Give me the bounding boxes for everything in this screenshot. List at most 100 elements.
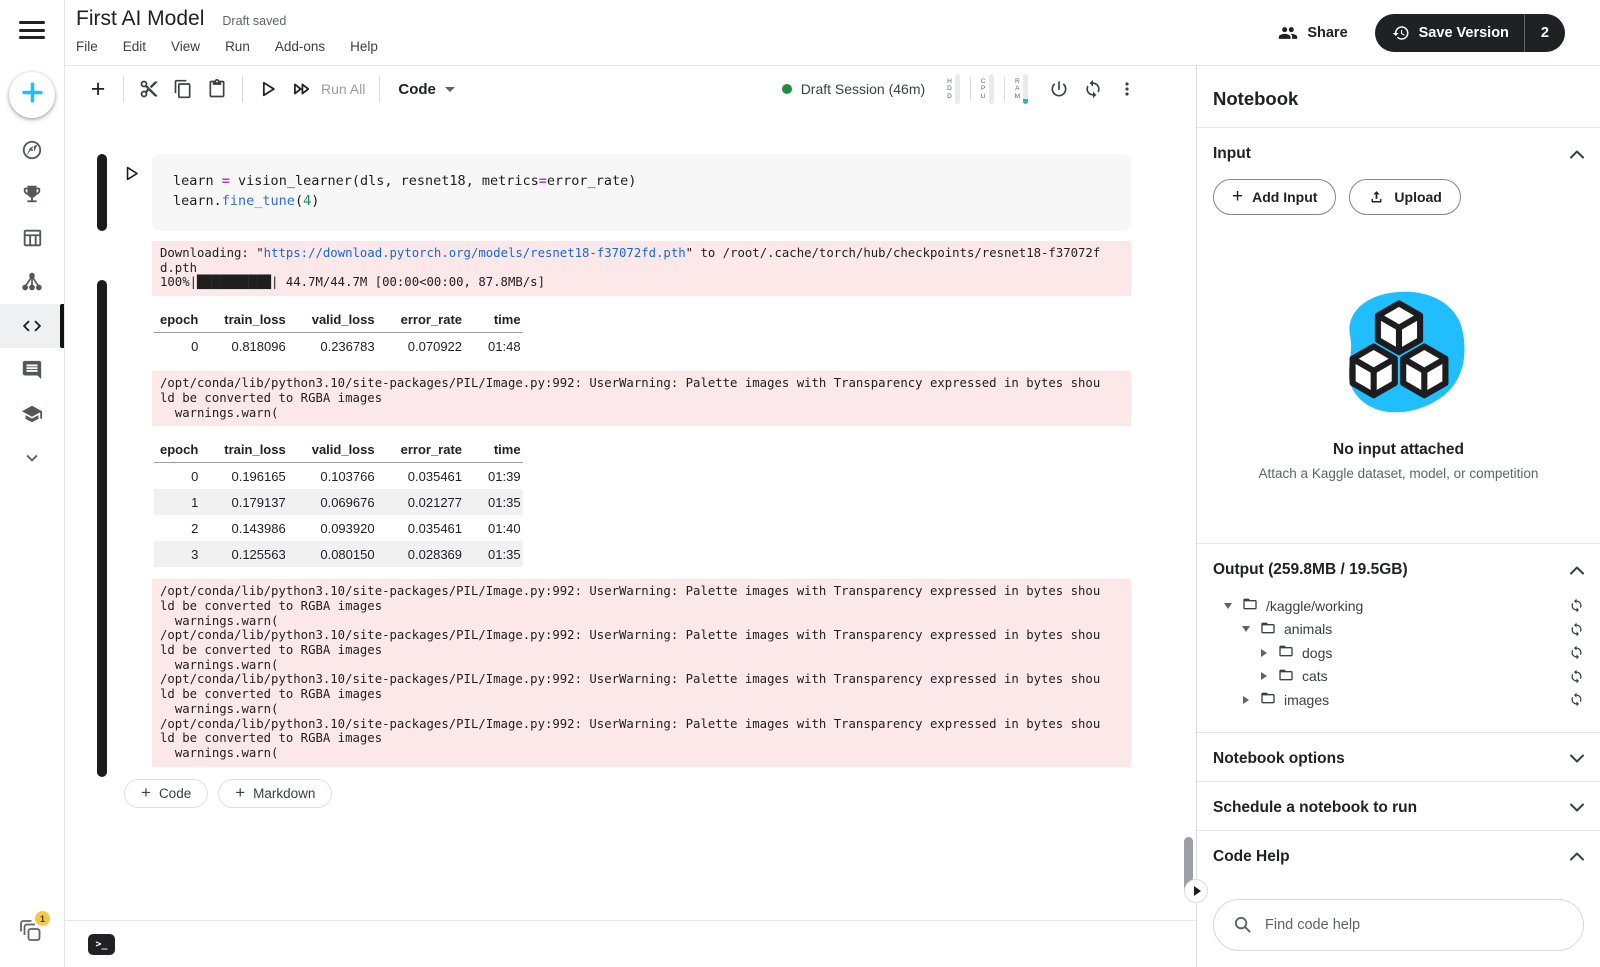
tree-item-dogs[interactable]: dogs	[1213, 641, 1584, 665]
console-icon[interactable]: >_	[88, 934, 115, 955]
cell-focus-bar[interactable]	[97, 154, 107, 231]
restart-session-button[interactable]	[1076, 72, 1110, 106]
scissors-icon	[139, 79, 159, 99]
caret-right-icon[interactable]	[1257, 649, 1271, 657]
add-markdown-cell-button[interactable]: + Markdown	[218, 779, 332, 808]
schedule-section-header[interactable]: Schedule a notebook to run	[1213, 782, 1584, 830]
caret-right-icon[interactable]	[1257, 672, 1271, 680]
divider	[123, 76, 124, 102]
menu-run[interactable]: Run	[225, 39, 250, 54]
menu-file[interactable]: File	[76, 39, 98, 54]
chevron-down-icon	[21, 447, 43, 469]
cell-type-selector[interactable]: Code	[398, 81, 455, 98]
code-editor[interactable]: learn = vision_learner(dls, resnet18, me…	[152, 154, 1131, 231]
table-cell: 01:40	[464, 515, 523, 541]
table-cell: 0.035461	[377, 515, 464, 541]
power-button[interactable]	[1042, 72, 1076, 106]
sidebar-item-competitions[interactable]	[0, 172, 64, 216]
tree-item-animals[interactable]: animals	[1213, 618, 1584, 642]
refresh-icon[interactable]	[1569, 669, 1584, 684]
warning-line: warnings.warn(	[160, 614, 1123, 629]
table-cell: 0.093920	[288, 515, 377, 541]
output-section-header[interactable]: Output (259.8MB / 19.5GB)	[1213, 544, 1584, 592]
menu-help[interactable]: Help	[350, 39, 378, 54]
add-cell-row: + Code + Markdown	[124, 779, 1196, 808]
divider	[970, 77, 971, 101]
menu-addons[interactable]: Add-ons	[275, 39, 325, 54]
notebook-options-header[interactable]: Notebook options	[1213, 733, 1584, 781]
tree-label: images	[1284, 692, 1329, 708]
sidebar-item-learn[interactable]	[0, 392, 64, 436]
refresh-icon[interactable]	[1569, 645, 1584, 660]
share-button[interactable]: Share	[1278, 23, 1347, 43]
cut-cell-button[interactable]	[132, 72, 166, 106]
code-help-search-input[interactable]	[1265, 917, 1564, 933]
menu-view[interactable]: View	[171, 39, 200, 54]
table-row: 00.8180960.2367830.07092201:48	[154, 333, 523, 360]
power-icon	[1049, 79, 1069, 99]
add-input-button[interactable]: + Add Input	[1213, 179, 1336, 215]
sidebar-item-discussions[interactable]	[0, 348, 64, 392]
more-options-button[interactable]	[1110, 72, 1144, 106]
notebook-title[interactable]: First AI Model	[76, 7, 204, 31]
session-status[interactable]: Draft Session (46m)	[782, 81, 925, 97]
search-icon	[1233, 915, 1252, 934]
add-code-cell-button[interactable]: + Code	[124, 779, 208, 808]
copy-icon	[173, 79, 193, 99]
warning-line: /opt/conda/lib/python3.10/site-packages/…	[160, 717, 1123, 732]
table-cell: 0	[154, 463, 200, 490]
output-focus-bar[interactable]	[97, 280, 107, 777]
code-help-search[interactable]	[1213, 899, 1584, 951]
tree-item-images[interactable]: images	[1213, 688, 1584, 712]
create-button[interactable]	[9, 72, 55, 118]
collapse-panel-button[interactable]	[1184, 879, 1208, 903]
code-help-header[interactable]: Code Help	[1213, 831, 1584, 879]
table-cell: 0.070922	[377, 333, 464, 360]
upload-button[interactable]: Upload	[1349, 179, 1460, 215]
sidebar-item-models[interactable]	[0, 260, 64, 304]
column-header: epoch	[154, 436, 200, 463]
warning-line: /opt/conda/lib/python3.10/site-packages/…	[160, 672, 1123, 687]
run-this-cell-button[interactable]	[118, 160, 144, 186]
warning-block-2: /opt/conda/lib/python3.10/site-packages/…	[152, 579, 1131, 766]
warning-line: /opt/conda/lib/python3.10/site-packages/…	[160, 584, 1123, 599]
people-icon	[1278, 23, 1298, 43]
run-all-button[interactable]	[285, 72, 319, 106]
caret-down-icon[interactable]	[1221, 603, 1235, 609]
sidebar-item-home[interactable]	[0, 128, 64, 172]
paste-cell-button[interactable]	[200, 72, 234, 106]
download-url-link[interactable]: https://download.pytorch.org/models/resn…	[264, 246, 686, 260]
table-header: epochtrain_lossvalid_losserror_ratetime	[154, 436, 523, 463]
tree-item-cats[interactable]: cats	[1213, 665, 1584, 689]
run-all-label[interactable]: Run All	[321, 81, 365, 97]
meter-label: RAM	[1015, 78, 1020, 101]
triangle-right-icon	[1194, 886, 1201, 896]
active-events-button[interactable]: 1	[19, 918, 45, 949]
sidebar-item-datasets[interactable]	[0, 216, 64, 260]
add-cell-button[interactable]: +	[81, 72, 115, 106]
table-cell: 01:35	[464, 489, 523, 515]
hamburger-menu-icon[interactable]	[19, 21, 45, 39]
refresh-icon[interactable]	[1569, 622, 1584, 637]
caret-down-icon[interactable]	[1239, 626, 1253, 632]
run-cell-button[interactable]	[251, 72, 285, 106]
version-count[interactable]: 2	[1525, 25, 1565, 41]
sync-icon	[1083, 79, 1103, 99]
empty-state-subtitle: Attach a Kaggle dataset, model, or compe…	[1259, 466, 1539, 481]
warning-line: warnings.warn(	[160, 746, 1123, 761]
copy-cell-button[interactable]	[166, 72, 200, 106]
table-row: 00.1961650.1037660.03546101:39	[154, 463, 523, 490]
caret-right-icon[interactable]	[1239, 696, 1253, 704]
table-cell: 0.818096	[200, 333, 287, 360]
menu-edit[interactable]: Edit	[123, 39, 146, 54]
refresh-icon[interactable]	[1569, 598, 1584, 613]
save-version-button[interactable]: Save Version 2	[1375, 14, 1565, 52]
sidebar-item-code[interactable]	[0, 304, 64, 348]
refresh-icon[interactable]	[1569, 692, 1584, 707]
tree-item-kaggleworking[interactable]: /kaggle/working	[1213, 594, 1584, 618]
sidebar-item-more[interactable]	[0, 436, 64, 480]
notification-badge: 1	[35, 911, 50, 926]
input-section-header[interactable]: Input	[1213, 128, 1584, 176]
code-line: learn = vision_learner(dls, resnet18, me…	[173, 171, 1110, 191]
chevron-down-icon	[1570, 754, 1584, 763]
